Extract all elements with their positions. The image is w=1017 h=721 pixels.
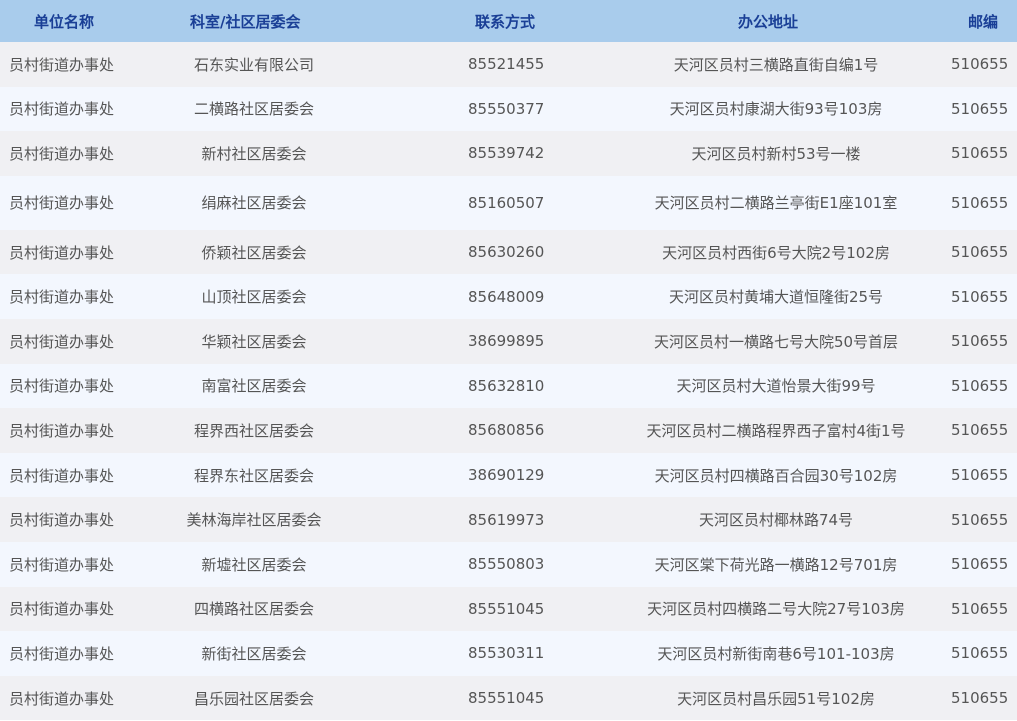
cell-unit: 员村街道办事处 bbox=[9, 194, 115, 213]
cell-zip: 510655 bbox=[951, 644, 1009, 663]
cell-address: 天河区员村四横路二号大院27号103房 bbox=[647, 600, 905, 619]
cell-zip: 510655 bbox=[951, 689, 1009, 708]
cell-phone: 85648009 bbox=[468, 287, 545, 306]
cell-phone: 85160507 bbox=[468, 193, 545, 212]
cell-phone: 85630260 bbox=[468, 243, 545, 262]
cell-phone: 85551045 bbox=[468, 689, 545, 708]
cell-zip: 510655 bbox=[951, 287, 1009, 306]
cell-zip: 510655 bbox=[951, 99, 1009, 118]
table-row: 员村街道办事处 南富社区居委会 85632810 天河区员村大道怡景大街99号 … bbox=[0, 363, 1017, 409]
cell-address: 天河区员村椰林路74号 bbox=[698, 511, 854, 530]
cell-address: 天河区员村西街6号大院2号102房 bbox=[662, 243, 890, 262]
cell-unit: 员村街道办事处 bbox=[9, 644, 115, 663]
cell-unit: 员村街道办事处 bbox=[9, 243, 115, 262]
cell-address: 天河区员村大道怡景大街99号 bbox=[676, 377, 876, 396]
cell-zip: 510655 bbox=[951, 421, 1009, 440]
cell-department: 新村社区居委会 bbox=[201, 144, 307, 163]
table-row: 员村街道办事处 侨颖社区居委会 85630260 天河区员村西街6号大院2号10… bbox=[0, 229, 1017, 275]
table-row: 员村街道办事处 四横路社区居委会 85551045 天河区员村四横路二号大院27… bbox=[0, 586, 1017, 632]
cell-department: 石东实业有限公司 bbox=[193, 55, 314, 74]
cell-department: 程界西社区居委会 bbox=[193, 421, 314, 440]
cell-zip: 510655 bbox=[951, 599, 1009, 618]
cell-phone: 85539742 bbox=[468, 144, 545, 163]
cell-address: 天河区员村一横路七号大院50号首层 bbox=[653, 332, 899, 351]
cell-phone: 85550803 bbox=[468, 555, 545, 574]
cell-unit: 员村街道办事处 bbox=[9, 421, 115, 440]
header-department: 科室/社区居委会 bbox=[190, 12, 301, 31]
cell-unit: 员村街道办事处 bbox=[9, 466, 115, 485]
table-row: 员村街道办事处 石东实业有限公司 85521455 天河区员村三横路直街自编1号… bbox=[0, 42, 1017, 87]
table-row: 员村街道办事处 新街社区居委会 85530311 天河区员村新街南巷6号101-… bbox=[0, 631, 1017, 676]
cell-zip: 510655 bbox=[951, 466, 1009, 485]
cell-department: 侨颖社区居委会 bbox=[201, 243, 307, 262]
cell-department: 新墟社区居委会 bbox=[201, 555, 307, 574]
cell-address: 天河区员村二横路程界西子富村4街1号 bbox=[646, 421, 906, 440]
cell-address: 天河区员村新村53号一楼 bbox=[691, 144, 861, 163]
contact-table: 单位名称 科室/社区居委会 联系方式 办公地址 邮编 员村街道办事处 石东实业有… bbox=[0, 0, 1017, 721]
table-row: 员村街道办事处 绢麻社区居委会 85160507 天河区员村二横路兰亭街E1座1… bbox=[0, 175, 1017, 230]
table-row: 员村街道办事处 华颖社区居委会 38699895 天河区员村一横路七号大院50号… bbox=[0, 318, 1017, 364]
cell-zip: 510655 bbox=[951, 144, 1009, 163]
cell-zip: 510655 bbox=[951, 193, 1009, 212]
cell-department: 二横路社区居委会 bbox=[193, 100, 314, 119]
header-address: 办公地址 bbox=[738, 12, 799, 31]
cell-department: 山顶社区居委会 bbox=[201, 288, 307, 307]
cell-address: 天河区员村黄埔大道恒隆街25号 bbox=[668, 288, 884, 307]
cell-department: 南富社区居委会 bbox=[201, 377, 307, 396]
table-row: 员村街道办事处 新村社区居委会 85539742 天河区员村新村53号一楼 51… bbox=[0, 131, 1017, 176]
cell-address: 天河区员村昌乐园51号102房 bbox=[677, 689, 875, 708]
cell-phone: 85521455 bbox=[468, 55, 545, 74]
cell-phone: 85680856 bbox=[468, 421, 545, 440]
table-row: 员村街道办事处 二横路社区居委会 85550377 天河区员村康湖大街93号10… bbox=[0, 86, 1017, 132]
cell-department: 新街社区居委会 bbox=[201, 644, 307, 663]
cell-unit: 员村街道办事处 bbox=[9, 689, 115, 708]
contact-table-page: 单位名称 科室/社区居委会 联系方式 办公地址 邮编 员村街道办事处 石东实业有… bbox=[0, 0, 1017, 721]
table-row: 员村街道办事处 美林海岸社区居委会 85619973 天河区员村椰林路74号 5… bbox=[0, 497, 1017, 542]
cell-department: 华颖社区居委会 bbox=[201, 332, 307, 351]
cell-unit: 员村街道办事处 bbox=[9, 332, 115, 351]
cell-zip: 510655 bbox=[951, 376, 1009, 395]
cell-address: 天河区员村新街南巷6号101-103房 bbox=[657, 644, 895, 663]
cell-phone: 38699895 bbox=[468, 332, 545, 351]
cell-zip: 510655 bbox=[951, 55, 1009, 74]
table-row: 员村街道办事处 山顶社区居委会 85648009 天河区员村黄埔大道恒隆街25号… bbox=[0, 274, 1017, 319]
cell-phone: 85550377 bbox=[468, 99, 545, 118]
cell-unit: 员村街道办事处 bbox=[9, 511, 115, 530]
cell-unit: 员村街道办事处 bbox=[9, 288, 115, 307]
table-header-row: 单位名称 科室/社区居委会 联系方式 办公地址 邮编 bbox=[0, 0, 1017, 42]
cell-address: 天河区员村三横路直街自编1号 bbox=[673, 55, 879, 74]
cell-address: 天河区员村康湖大街93号103房 bbox=[669, 100, 883, 119]
cell-unit: 员村街道办事处 bbox=[9, 555, 115, 574]
cell-zip: 510655 bbox=[951, 243, 1009, 262]
cell-unit: 员村街道办事处 bbox=[9, 377, 115, 396]
cell-unit: 员村街道办事处 bbox=[9, 600, 115, 619]
table-row: 员村街道办事处 昌乐园社区居委会 85551045 天河区员村昌乐园51号102… bbox=[0, 675, 1017, 721]
cell-department: 绢麻社区居委会 bbox=[201, 194, 307, 213]
cell-department: 美林海岸社区居委会 bbox=[186, 511, 322, 530]
cell-unit: 员村街道办事处 bbox=[9, 55, 115, 74]
cell-unit: 员村街道办事处 bbox=[9, 144, 115, 163]
table-row: 员村街道办事处 新墟社区居委会 85550803 天河区棠下荷光路一横路12号7… bbox=[0, 541, 1017, 587]
cell-address: 天河区棠下荷光路一横路12号701房 bbox=[654, 555, 898, 574]
cell-department: 程界东社区居委会 bbox=[193, 466, 314, 485]
table-row: 员村街道办事处 程界东社区居委会 38690129 天河区员村四横路百合园30号… bbox=[0, 452, 1017, 498]
cell-phone: 38690129 bbox=[468, 466, 545, 485]
header-zip: 邮编 bbox=[968, 12, 999, 31]
cell-address: 天河区员村四横路百合园30号102房 bbox=[654, 466, 898, 485]
cell-phone: 85551045 bbox=[468, 599, 545, 618]
table-body: 员村街道办事处 石东实业有限公司 85521455 天河区员村三横路直街自编1号… bbox=[0, 42, 1017, 721]
cell-unit: 员村街道办事处 bbox=[9, 100, 115, 119]
cell-phone: 85632810 bbox=[468, 376, 545, 395]
cell-phone: 85530311 bbox=[468, 644, 545, 663]
cell-zip: 510655 bbox=[951, 510, 1009, 529]
header-unit-name: 单位名称 bbox=[34, 12, 95, 31]
table-row: 员村街道办事处 程界西社区居委会 85680856 天河区员村二横路程界西子富村… bbox=[0, 408, 1017, 453]
cell-department: 四横路社区居委会 bbox=[193, 600, 314, 619]
cell-address: 天河区员村二横路兰亭街E1座101室 bbox=[654, 194, 898, 213]
header-contact: 联系方式 bbox=[475, 12, 536, 31]
cell-phone: 85619973 bbox=[468, 510, 545, 529]
cell-department: 昌乐园社区居委会 bbox=[193, 689, 314, 708]
cell-zip: 510655 bbox=[951, 332, 1009, 351]
cell-zip: 510655 bbox=[951, 555, 1009, 574]
